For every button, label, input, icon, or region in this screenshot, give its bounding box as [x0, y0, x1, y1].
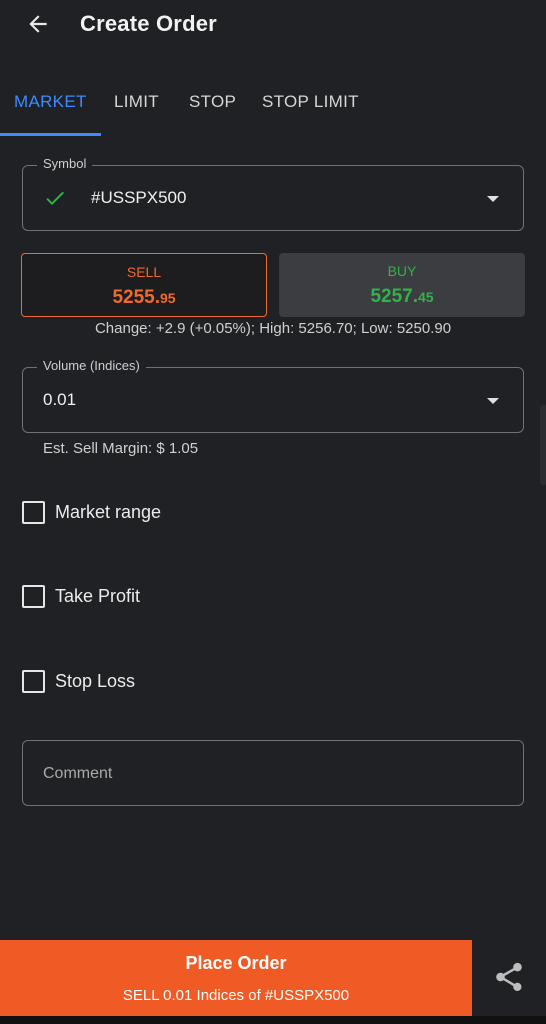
volume-select[interactable]: Volume (Indices) 0.01 [22, 358, 524, 433]
active-tab-indicator [0, 133, 101, 136]
sell-button[interactable]: SELL 5255.95 [21, 253, 267, 317]
arrow-left-icon [29, 15, 47, 33]
check-icon [46, 191, 64, 205]
sell-price: 5255.95 [22, 287, 266, 309]
buy-price-small: 45 [417, 289, 434, 305]
create-order-screen: Create Order MARKET LIMIT STOP STOP LIMI… [0, 0, 546, 1024]
chevron-down-icon[interactable] [487, 398, 499, 404]
place-order-button[interactable]: Place Order SELL 0.01 Indices of #USSPX5… [0, 940, 472, 1016]
share-button[interactable] [492, 960, 526, 994]
checkbox-box[interactable] [22, 669, 45, 693]
app-header: Create Order [0, 0, 546, 52]
share-icon [496, 962, 522, 992]
chevron-down-icon[interactable] [487, 196, 499, 202]
back-button[interactable] [22, 8, 54, 40]
take-profit-checkbox[interactable]: Take Profit [22, 583, 140, 609]
tab-stop[interactable]: STOP [189, 92, 236, 112]
symbol-value: #USSPX500 [91, 188, 187, 207]
buy-label: BUY [387, 263, 417, 279]
symbol-label: Symbol [37, 156, 93, 171]
sell-price-small: 95 [159, 290, 176, 306]
price-change-info: Change: +2.9 (+0.05%); High: 5256.70; Lo… [94, 320, 452, 337]
buy-price: 5257.45 [279, 286, 525, 308]
order-type-tabs: MARKET LIMIT STOP STOP LIMIT [0, 80, 546, 138]
stop-loss-checkbox[interactable]: Stop Loss [22, 668, 135, 694]
edge-handle [540, 405, 546, 485]
checkbox-label: Market range [55, 501, 162, 522]
navigation-bar-strip [0, 1016, 546, 1024]
symbol-select[interactable]: Symbol #USSPX500 [22, 156, 524, 231]
tab-stop-limit[interactable]: STOP LIMIT [262, 92, 359, 112]
market-range-checkbox[interactable]: Market range [22, 499, 161, 525]
sell-price-main: 5255. [112, 287, 160, 308]
checkbox-label: Take Profit [55, 585, 141, 606]
volume-value: 0.01 [43, 390, 77, 409]
estimated-margin: Est. Sell Margin: $ 1.05 [43, 440, 199, 457]
comment-input[interactable]: Comment [22, 740, 524, 806]
checkbox-box[interactable] [22, 500, 45, 524]
checkbox-box[interactable] [22, 584, 45, 608]
buy-button[interactable]: BUY 5257.45 [279, 253, 525, 317]
place-order-summary: SELL 0.01 Indices of #USSPX500 [122, 987, 350, 1004]
page-title: Create Order [80, 11, 217, 36]
buy-price-main: 5257. [370, 286, 418, 307]
checkbox-label: Stop Loss [55, 670, 136, 691]
sell-label: SELL [126, 264, 162, 280]
volume-label: Volume (Indices) [37, 358, 146, 373]
tab-limit[interactable]: LIMIT [114, 92, 159, 112]
comment-placeholder: Comment [43, 765, 113, 782]
place-order-title: Place Order [185, 953, 287, 973]
tab-market[interactable]: MARKET [14, 92, 87, 112]
